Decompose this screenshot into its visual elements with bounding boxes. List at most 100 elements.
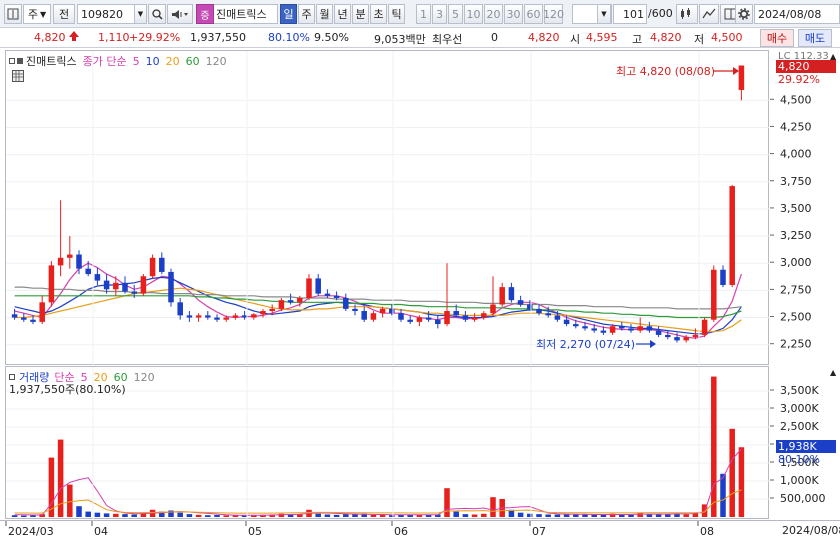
volume-ma-legend-item[interactable]: 120: [134, 371, 155, 384]
low-arrow-icon: [650, 340, 656, 348]
interval-number-button[interactable]: 120: [543, 4, 564, 24]
volume-bar: [527, 513, 533, 517]
price-chart-canvas[interactable]: [6, 51, 770, 366]
current-rate-tag: 29.92%: [778, 73, 820, 86]
volume-bar: [471, 514, 478, 517]
candle-body: [251, 314, 257, 318]
scope-button[interactable]: 전: [53, 4, 75, 24]
candle-body: [306, 278, 312, 298]
volume-bar: [517, 512, 524, 517]
candle-body: [554, 315, 561, 320]
candle: [122, 276, 128, 294]
candle-body: [609, 326, 616, 333]
market-select[interactable]: 주 ▼: [23, 4, 51, 24]
interval-number-button[interactable]: 20: [484, 4, 503, 24]
speaker-icon[interactable]: [167, 4, 193, 24]
candle-body: [39, 302, 45, 322]
interval-number-button[interactable]: 5: [448, 4, 463, 24]
period-tab[interactable]: 틱: [388, 4, 405, 24]
candle-body: [462, 315, 469, 320]
candle-body: [683, 337, 689, 341]
candle: [398, 308, 404, 322]
candle-body: [205, 315, 211, 318]
gear-icon[interactable]: [735, 4, 753, 24]
chart-type-icon[interactable]: [4, 4, 22, 24]
sell-button[interactable]: 매도: [798, 29, 832, 47]
candle-body: [619, 326, 625, 329]
interval-number-button[interactable]: 30: [504, 4, 523, 24]
volume-bar: [628, 514, 634, 517]
volume-bar: [333, 514, 340, 517]
ma-legend-item[interactable]: 120: [206, 55, 227, 68]
ma-legend-item[interactable]: 10: [146, 55, 160, 68]
candle: [94, 267, 101, 285]
period-tab[interactable]: 일: [280, 4, 297, 24]
candle-settings-icon[interactable]: [676, 4, 698, 24]
buy-button[interactable]: 매수: [760, 29, 794, 47]
date-tick-label: 05: [248, 525, 262, 538]
candle: [628, 324, 634, 333]
count-input[interactable]: 101: [613, 4, 647, 24]
line-chart-icon[interactable]: [699, 4, 719, 24]
volume-bar: [738, 447, 745, 517]
period-tab[interactable]: 주: [298, 4, 315, 24]
candle-body: [361, 311, 367, 320]
candle: [168, 268, 174, 307]
interval-number-button[interactable]: 3: [432, 4, 447, 24]
volume-bar: [729, 428, 735, 517]
market-select-value: 주: [27, 8, 38, 21]
candle: [407, 315, 413, 325]
search-icon[interactable]: [148, 4, 166, 24]
ma-legend-item[interactable]: 20: [166, 55, 180, 68]
date-field[interactable]: 2024/08/08: [754, 4, 840, 24]
candle-body: [563, 319, 570, 325]
stock-name-label: 진매트릭스: [216, 8, 267, 21]
ma-legend-item[interactable]: 60: [186, 55, 200, 68]
volume-bar: [195, 514, 202, 517]
price-axis-canvas: 2,250 2,500 2,750 3,000 3,250 3,500 3,750 4,000…: [770, 93, 812, 351]
volume-chart-panel[interactable]: 거래량 단순 5 20 60 120 1,937,550주(80.10%): [5, 366, 770, 520]
period-tab[interactable]: 년: [334, 4, 351, 24]
candle: [57, 200, 64, 277]
change-rate: +29.92%: [129, 31, 181, 44]
price-tick-label: 3,000: [780, 256, 812, 269]
candle-body: [711, 269, 717, 320]
candle: [343, 293, 349, 312]
price-tick-label: 4,250: [780, 120, 812, 133]
pref-label: 최우선: [432, 33, 463, 46]
high-label: 고: [632, 33, 643, 46]
low-label: 저: [694, 33, 705, 46]
volume-bar: [370, 514, 377, 517]
candle: [444, 263, 450, 327]
axis-up-arrow-icon[interactable]: ▲: [830, 52, 838, 61]
candle-body: [573, 324, 579, 327]
scope-label: 전: [58, 8, 70, 21]
candle-body: [379, 308, 386, 314]
candle: [701, 317, 708, 338]
period-tab[interactable]: 초: [370, 4, 387, 24]
interval-number-button[interactable]: 10: [464, 4, 483, 24]
candle: [462, 311, 469, 322]
grid-toggle-icon[interactable]: [12, 70, 24, 82]
candle-body: [481, 313, 487, 318]
interval-dropdown-icon[interactable]: ▼: [597, 4, 611, 24]
price-tick-label: 2,500: [780, 311, 812, 324]
code-dropdown-icon[interactable]: ▼: [134, 4, 147, 24]
axis-up-arrow-icon[interactable]: ▲: [830, 368, 838, 377]
price-tick-label: 3,250: [780, 229, 812, 242]
candle: [655, 326, 662, 338]
price-chart-panel[interactable]: 진매트릭스 종가 단순 5 10 20 60 120 최고 4,820 (08/08) …: [5, 50, 770, 366]
date-axis: 2024/03 04 05 06 07 08 2024/08/08: [0, 520, 840, 541]
price-axis: 2,250 2,500 2,750 3,000 3,250 3,500 3,750 4,000…: [770, 50, 840, 365]
candle-body: [352, 308, 358, 312]
candle-body: [57, 257, 64, 266]
candle-body: [269, 308, 275, 312]
interval-number-button[interactable]: 1: [416, 4, 431, 24]
candle-body: [729, 186, 735, 285]
period-tab[interactable]: 월: [316, 4, 333, 24]
volume-bar: [720, 473, 726, 517]
interval-number-button[interactable]: 60: [524, 4, 543, 24]
up-arrow-icon: [69, 30, 79, 45]
ma-legend-item[interactable]: 5: [133, 55, 140, 68]
period-tab[interactable]: 분: [352, 4, 369, 24]
